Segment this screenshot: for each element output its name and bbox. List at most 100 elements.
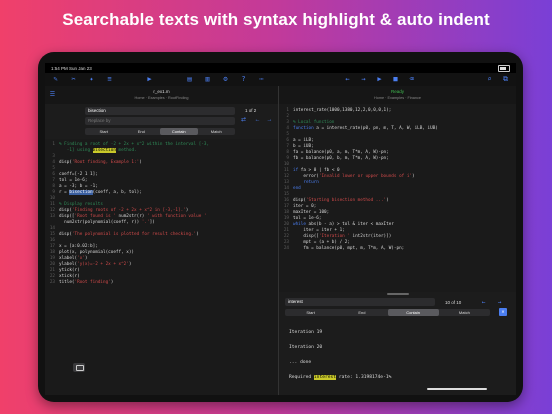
document-icon[interactable]: ▤ — [185, 75, 194, 84]
editor-pane-right: Ready Home · Examples · Finance 1 interes… — [279, 86, 516, 395]
next-match-icon[interactable]: → — [265, 116, 274, 125]
code-token: fb = balance(p0, b, m, T*m, A, W)-pn; — [293, 156, 389, 161]
right-header: Ready Home · Examples · Finance — [279, 86, 516, 104]
list-icon[interactable]: ≡ — [105, 75, 114, 84]
code-token: xtick(r) — [59, 274, 80, 279]
cmd-next-match-icon[interactable]: → — [495, 298, 504, 307]
forward-icon[interactable]: → — [359, 75, 368, 84]
code-token: while — [293, 222, 306, 227]
code-token: disp( — [59, 160, 72, 165]
match-mode-segmented[interactable]: Start End Contain Match — [85, 128, 235, 135]
code-token: ) — [386, 198, 389, 203]
cmd-mode-end[interactable]: End — [336, 309, 387, 316]
doc-icon[interactable]: ▥ — [203, 75, 212, 84]
prev-match-icon[interactable]: ← — [253, 116, 262, 125]
drag-handle[interactable] — [387, 293, 409, 295]
code-token: ) — [185, 208, 189, 213]
search-icon[interactable]: ⌕ — [485, 75, 494, 84]
code-token: % Local function — [293, 120, 335, 125]
mode-start[interactable]: Start — [85, 128, 123, 135]
cmd-close-icon[interactable]: ✕ — [499, 308, 507, 316]
home-indicator — [427, 388, 487, 390]
find-input[interactable]: bisection — [85, 107, 235, 115]
result-prefix: Required — [289, 375, 314, 380]
code-token: mpt = (a + b) / 2; — [293, 240, 350, 245]
cmd-mode-start[interactable]: Start — [285, 309, 336, 316]
code-token: error( — [293, 174, 319, 179]
code-token: fa = balance(p0, a, m, T*m, A, W)-pn; — [293, 150, 389, 155]
output-line: Iteration 19 — [289, 330, 323, 335]
output-line: Iteration 20 — [289, 345, 323, 350]
code-token: 'Finding roots of -2 + 2x + x^2 in [-3,-… — [71, 208, 186, 213]
run-icon[interactable]: ▶ — [375, 75, 384, 84]
code-token: ]) — [149, 220, 155, 225]
code-token: abs(b - a) > tol & iter < maxIter — [305, 222, 394, 227]
cmd-find-input[interactable]: interest — [285, 298, 435, 306]
toolbar: ✎ ✂ ✦ ≡ ▶ ▤ ▥ ⚙ ? ⋯ ← → ▶ ■ ⌫ ⌕ ⧉ — [45, 73, 516, 87]
headline: Searchable texts with syntax highlight &… — [62, 10, 490, 29]
wand-icon[interactable]: ✦ — [87, 75, 96, 84]
mode-contain[interactable]: Contain — [160, 128, 198, 135]
window-icon[interactable]: ⧉ — [501, 75, 510, 84]
cmd-prev-match-icon[interactable]: ← — [479, 298, 488, 307]
stop-icon[interactable]: ■ — [391, 75, 400, 84]
pencil-icon[interactable]: ✎ — [51, 75, 60, 84]
code-token: interest_rate(1000,1380,12,2,0,0,0,1); — [293, 108, 392, 113]
code-line[interactable]: 23 title('Root finding') — [45, 280, 278, 286]
ipad-frame: 1:54 PM Sun Jan 23 ✎ ✂ ✦ ≡ ▶ ▤ ▥ ⚙ ? ⋯ ←… — [38, 52, 523, 402]
left-breadcrumb: Home · Examples · RootFinding — [134, 96, 189, 100]
right-code-editor[interactable]: 1 interest_rate(1000,1380,12,2,0,0,0,1); 2… — [279, 108, 516, 252]
code-token: ytick(r) — [59, 268, 80, 273]
code-token: fa > 0 | fb < 0 — [298, 168, 340, 173]
cmd-match-mode-segmented[interactable]: Start End Contain Match — [285, 309, 490, 316]
code-token: 'Starting bisection method ...' — [305, 198, 387, 203]
code-token: a = -3; b = -1; — [59, 184, 98, 189]
status-bar: 1:54 PM Sun Jan 23 — [45, 63, 516, 73]
code-line[interactable]: 24 fm = balance(p0, mpt, m, T*m, A, W)-p… — [279, 246, 516, 252]
code-token: (coeff, a, b, tol); — [92, 190, 142, 195]
code-token: 'The polynomial is plotted for result ch… — [71, 232, 197, 237]
ellipsis-icon[interactable]: ⋯ — [257, 75, 266, 84]
code-token: plot(x, polynomial(coeff, x)) — [59, 250, 135, 255]
mode-end[interactable]: End — [123, 128, 161, 135]
code-token: int2str(iter)]) — [349, 234, 392, 239]
result-suffix: rate: 1.3198174e-1% — [336, 375, 392, 380]
code-token: ) — [196, 232, 199, 237]
code-token: num2str(r) — [115, 214, 147, 219]
left-code-editor[interactable]: 1% Finding a root of -2 + 2x + x^2 withi… — [45, 142, 278, 286]
code-token: bisection — [69, 190, 93, 195]
replace-input[interactable]: Replace by — [85, 117, 235, 125]
cmd-mode-contain[interactable]: Contain — [387, 309, 439, 316]
gear-icon[interactable]: ⚙ — [221, 75, 230, 84]
code-token: 'Invalid lower or upper bounds of i' — [318, 174, 413, 179]
help-icon[interactable]: ? — [239, 75, 248, 84]
left-header: ☰ r_ex1.m Home · Examples · RootFinding — [45, 86, 278, 104]
code-token: tol = 1e-6; — [59, 178, 88, 183]
code-token: function — [293, 126, 314, 131]
code-token: title( — [59, 280, 75, 285]
code-token: disp( — [59, 232, 72, 237]
status-time: 1:54 PM Sun Jan 23 — [51, 66, 92, 71]
replace-all-icon[interactable]: ⇄ — [239, 116, 248, 125]
keyboard-icon[interactable] — [73, 363, 85, 372]
code-token: fm = balance(p0, mpt, m, T*m, A, W)-pn; — [293, 246, 405, 251]
code-token: tol = 1e-6; — [293, 216, 322, 221]
command-window: interest 10 of 10 ← → Start End Contain … — [279, 292, 516, 395]
scissors-icon[interactable]: ✂ — [69, 75, 78, 84]
clear-icon[interactable]: ⌫ — [407, 75, 416, 84]
code-token: ) — [128, 262, 132, 267]
code-token: '.' — [141, 220, 150, 225]
mode-match[interactable]: Match — [198, 128, 236, 135]
code-token: 'y(x)=-2 + 2x + x^2' — [77, 262, 129, 267]
cmd-mode-match[interactable]: Match — [439, 309, 490, 316]
back-icon[interactable]: ← — [343, 75, 352, 84]
line-number: 23 — [49, 280, 55, 285]
right-status-title: Ready — [390, 89, 404, 94]
code-token: coeff=[-2 1 1]; — [59, 172, 98, 177]
code-token: maxIter = 100; — [293, 210, 330, 215]
code-token: x = [a:0.02:b]; — [59, 244, 98, 249]
code-token: iter = 0; — [293, 204, 317, 209]
output-line: ... done — [289, 360, 312, 365]
play-icon[interactable]: ▶ — [145, 75, 154, 84]
